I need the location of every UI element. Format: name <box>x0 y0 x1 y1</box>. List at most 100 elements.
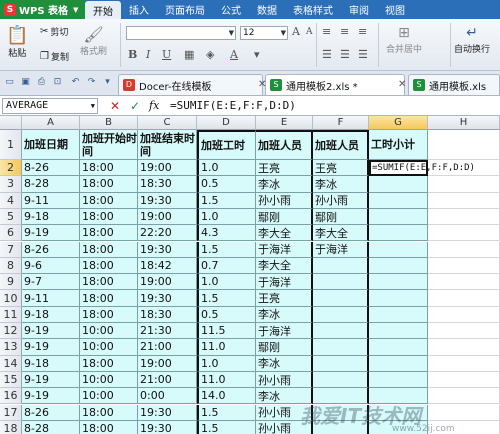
table-cell[interactable] <box>369 192 428 209</box>
table-cell[interactable] <box>428 176 500 193</box>
table-cell[interactable] <box>428 257 500 275</box>
table-cell[interactable]: 10:00 <box>80 371 138 389</box>
table-cell[interactable] <box>369 257 428 275</box>
table-cell[interactable] <box>313 339 369 356</box>
table-cell[interactable]: 鄢刚 <box>256 339 313 356</box>
table-cell[interactable] <box>313 257 369 275</box>
table-cell[interactable]: 22:20 <box>138 225 197 242</box>
column-header[interactable]: H <box>428 116 500 130</box>
table-cell[interactable]: 21:00 <box>138 339 197 356</box>
table-cell[interactable]: 于海洋 <box>256 241 313 258</box>
table-cell[interactable]: 于海洋 <box>313 241 369 258</box>
menu-tab[interactable]: 开始 <box>85 1 121 20</box>
table-cell[interactable]: 1.5 <box>197 290 256 307</box>
table-cell[interactable] <box>428 192 500 209</box>
close-icon[interactable]: ✕ <box>398 79 406 90</box>
table-cell[interactable]: 0:00 <box>138 388 197 405</box>
table-cell[interactable]: 4.3 <box>197 225 256 242</box>
row-header[interactable]: 9 <box>0 274 22 291</box>
table-cell[interactable] <box>369 241 428 258</box>
table-cell[interactable]: 1.0 <box>197 274 256 291</box>
table-cell[interactable] <box>428 208 500 226</box>
table-cell[interactable]: 19:30 <box>138 420 197 434</box>
table-cell[interactable]: 孙小雨 <box>256 371 313 389</box>
merge-center-button[interactable]: ⊞ 合并居中 <box>386 25 422 55</box>
row-header[interactable]: 15 <box>0 371 22 389</box>
table-cell[interactable] <box>313 290 369 307</box>
align-right-icon[interactable]: ☰ <box>358 48 368 61</box>
font-color-icon[interactable]: A <box>230 48 238 61</box>
table-cell[interactable]: 18:30 <box>138 306 197 323</box>
active-cell[interactable]: =SUMIF(E:E,F:F,D:D) <box>369 160 475 177</box>
table-cell[interactable]: 18:00 <box>80 420 138 434</box>
font-name-select[interactable]: ▼ <box>126 26 236 40</box>
row-header[interactable]: 3 <box>0 176 22 193</box>
column-header[interactable]: B <box>80 116 138 130</box>
table-cell[interactable]: 18:00 <box>80 208 138 226</box>
table-cell[interactable]: 14.0 <box>197 388 256 405</box>
table-cell[interactable]: 9-11 <box>22 192 80 209</box>
fill-color-icon[interactable]: ◈ <box>206 48 214 61</box>
table-cell[interactable]: 8-28 <box>22 420 80 434</box>
align-left-icon[interactable]: ☰ <box>322 48 332 61</box>
table-cell[interactable]: 9-11 <box>22 290 80 307</box>
redo-icon[interactable]: ↷ <box>86 77 97 88</box>
table-cell[interactable]: 9-19 <box>22 371 80 389</box>
table-cell[interactable]: 9-7 <box>22 274 80 291</box>
row-header[interactable]: 6 <box>0 225 22 242</box>
new-file-icon[interactable]: ▭ <box>4 77 15 88</box>
table-cell[interactable]: 于海洋 <box>256 323 313 340</box>
table-cell[interactable] <box>369 290 428 307</box>
table-cell[interactable]: 10:00 <box>80 339 138 356</box>
table-cell[interactable]: 王亮 <box>313 160 369 177</box>
table-cell[interactable]: 18:00 <box>80 257 138 275</box>
header-cell[interactable]: 工时小计 <box>369 130 428 160</box>
table-cell[interactable] <box>369 339 428 356</box>
formula-input[interactable]: =SUMIF(E:E,F:F,D:D) <box>170 98 498 114</box>
row-header[interactable]: 8 <box>0 257 22 275</box>
header-cell[interactable]: 加班工时 <box>197 130 256 160</box>
close-icon[interactable]: ✕ <box>258 79 266 90</box>
header-cell[interactable]: 加班人员 <box>313 130 369 160</box>
menu-tab[interactable]: 页面布局 <box>157 0 213 19</box>
italic-button[interactable]: I <box>146 48 150 61</box>
row-header[interactable]: 12 <box>0 323 22 340</box>
align-top-icon[interactable]: ≡ <box>322 25 331 38</box>
app-menu-button[interactable]: S WPS 表格 ▼ <box>0 0 85 19</box>
table-cell[interactable]: 鄢刚 <box>256 208 313 226</box>
paste-button[interactable]: 📋 粘贴 <box>6 25 28 59</box>
table-cell[interactable] <box>428 355 500 372</box>
table-cell[interactable]: 王亮 <box>256 160 313 177</box>
row-header[interactable]: 1 <box>0 130 22 160</box>
table-cell[interactable]: 18:00 <box>80 404 138 421</box>
table-cell[interactable]: 0.5 <box>197 176 256 193</box>
table-cell[interactable]: 李冰 <box>313 176 369 193</box>
table-cell[interactable]: 21:30 <box>138 323 197 340</box>
table-cell[interactable]: 10:00 <box>80 323 138 340</box>
table-cell[interactable] <box>369 355 428 372</box>
table-cell[interactable]: 18:00 <box>80 355 138 372</box>
open-file-icon[interactable]: ▣ <box>20 77 31 88</box>
table-cell[interactable]: 8-28 <box>22 176 80 193</box>
table-cell[interactable]: 21:00 <box>138 371 197 389</box>
column-header[interactable]: D <box>197 116 256 130</box>
select-all-corner[interactable] <box>0 116 22 130</box>
table-cell[interactable] <box>428 241 500 258</box>
table-cell[interactable]: 于海洋 <box>256 274 313 291</box>
header-cell[interactable]: 加班日期 <box>22 130 80 160</box>
table-cell[interactable]: 18:00 <box>80 192 138 209</box>
table-cell[interactable] <box>428 339 500 356</box>
grow-font-icon[interactable]: A <box>292 25 300 38</box>
table-cell[interactable] <box>313 355 369 372</box>
row-header[interactable]: 4 <box>0 192 22 209</box>
table-cell[interactable] <box>369 323 428 340</box>
table-cell[interactable] <box>313 323 369 340</box>
font-size-select[interactable]: 12 ▼ <box>240 26 288 40</box>
table-cell[interactable]: 18:42 <box>138 257 197 275</box>
menu-tab[interactable]: 表格样式 <box>285 0 341 19</box>
table-cell[interactable] <box>428 371 500 389</box>
align-center-icon[interactable]: ☰ <box>340 48 350 61</box>
table-cell[interactable]: 19:30 <box>138 290 197 307</box>
copy-button[interactable]: ❐ 复制 <box>40 50 69 63</box>
header-cell[interactable]: 加班人员 <box>256 130 313 160</box>
